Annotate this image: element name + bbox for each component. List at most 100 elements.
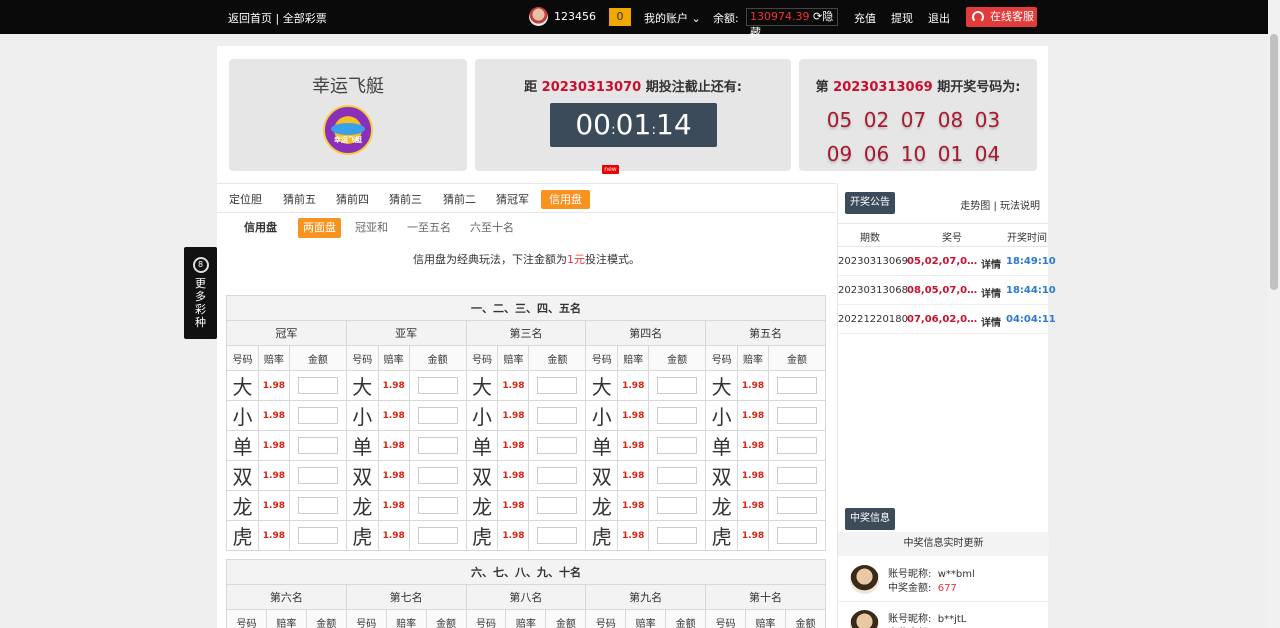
page-scrollbar[interactable] xyxy=(1268,0,1280,628)
tab-dingweidan[interactable]: 定位胆 xyxy=(229,190,262,209)
withdraw-link[interactable]: 提现 xyxy=(891,10,913,26)
bet-odds: 1.98 xyxy=(738,461,769,491)
bet-amount-cell xyxy=(649,371,706,401)
tab-guess-champion[interactable]: 猜冠军 xyxy=(496,190,529,209)
my-account-dropdown[interactable]: 我的账户 ⌄ xyxy=(644,10,701,26)
position-header: 第六名 xyxy=(227,585,347,610)
user-avatar[interactable] xyxy=(529,7,548,26)
table-title: 一、二、三、四、五名 xyxy=(227,296,826,321)
position-header: 第十名 xyxy=(706,585,826,610)
bet-odds: 1.98 xyxy=(498,461,529,491)
column-header: 赔率 xyxy=(498,346,529,371)
result-numbers: 05020708030906100104 xyxy=(821,103,1011,171)
tab-guess-top3[interactable]: 猜前三 xyxy=(389,190,422,209)
draw-row: 20230313069 05,02,07,08,03,09,06,10,01,0… xyxy=(838,247,1049,276)
result-number: 07 xyxy=(895,103,932,137)
bet-code: 小 xyxy=(706,401,738,431)
column-header: 号码 xyxy=(227,346,259,371)
bet-amount-input[interactable] xyxy=(537,437,577,454)
bet-amount-input[interactable] xyxy=(298,377,338,394)
subtab-sum[interactable]: 冠亚和 xyxy=(355,218,388,238)
bet-amount-input[interactable] xyxy=(657,527,697,544)
column-header: 号码 xyxy=(346,346,378,371)
logout-link[interactable]: 退出 xyxy=(928,10,950,26)
column-header: 号码 xyxy=(466,346,498,371)
recharge-link[interactable]: 充值 xyxy=(854,10,876,26)
bet-odds: 1.98 xyxy=(618,491,649,521)
bet-amount-input[interactable] xyxy=(418,407,458,424)
winners-info-button[interactable]: 中奖信息 xyxy=(845,508,895,530)
bet-row: 双1.98双1.98双1.98双1.98双1.98 xyxy=(227,461,826,491)
bet-amount-input[interactable] xyxy=(298,527,338,544)
bet-amount-input[interactable] xyxy=(418,527,458,544)
all-lotteries-link[interactable]: 全部彩票 xyxy=(283,12,327,25)
column-header: 金额 xyxy=(785,610,825,628)
subtab-6-to-10[interactable]: 六至十名 xyxy=(470,218,514,238)
bet-amount-input[interactable] xyxy=(537,527,577,544)
bet-amount-input[interactable] xyxy=(418,467,458,484)
bet-amount-input[interactable] xyxy=(777,467,817,484)
bet-amount-input[interactable] xyxy=(657,497,697,514)
bet-amount-input[interactable] xyxy=(537,377,577,394)
bet-odds: 1.98 xyxy=(498,431,529,461)
home-link[interactable]: 返回首页 xyxy=(228,12,272,25)
detail-link[interactable]: 详情 xyxy=(981,285,1001,300)
headset-icon xyxy=(972,11,984,23)
bet-amount-input[interactable] xyxy=(657,377,697,394)
tab-guess-top2[interactable]: 猜前二 xyxy=(443,190,476,209)
bet-odds: 1.98 xyxy=(618,371,649,401)
result-number: 03 xyxy=(969,103,1006,137)
scrollbar-thumb[interactable] xyxy=(1270,34,1278,290)
rules-link[interactable]: 玩法说明 xyxy=(1000,201,1040,212)
bet-amount-input[interactable] xyxy=(537,407,577,424)
bet-odds: 1.98 xyxy=(258,371,289,401)
bet-amount-input[interactable] xyxy=(298,407,338,424)
bet-amount-cell xyxy=(289,491,346,521)
bet-code: 单 xyxy=(466,431,498,461)
bet-odds: 1.98 xyxy=(378,491,409,521)
bet-amount-input[interactable] xyxy=(777,527,817,544)
bet-amount-input[interactable] xyxy=(418,377,458,394)
bet-amount-cell xyxy=(769,431,826,461)
column-header: 赔率 xyxy=(266,610,306,628)
column-header: 金额 xyxy=(529,346,586,371)
refresh-icon[interactable]: ⟳ xyxy=(813,10,822,23)
bet-amount-input[interactable] xyxy=(418,437,458,454)
bet-amount-input[interactable] xyxy=(777,377,817,394)
bet-amount-input[interactable] xyxy=(298,497,338,514)
bet-code: 小 xyxy=(227,401,259,431)
online-service-button[interactable]: 在线客服 xyxy=(966,7,1037,27)
balance-amount: 130974.39 xyxy=(750,10,810,23)
bet-amount-input[interactable] xyxy=(298,437,338,454)
bet-amount-input[interactable] xyxy=(537,497,577,514)
bet-amount-input[interactable] xyxy=(657,437,697,454)
tab-guess-top4[interactable]: 猜前四 xyxy=(336,190,369,209)
trend-chart-link[interactable]: 走势图 xyxy=(960,201,990,212)
bet-amount-input[interactable] xyxy=(298,467,338,484)
position-header: 冠军 xyxy=(227,321,347,346)
bet-code: 单 xyxy=(346,431,378,461)
bet-amount-input[interactable] xyxy=(777,497,817,514)
bet-odds: 1.98 xyxy=(738,431,769,461)
detail-link[interactable]: 详情 xyxy=(981,256,1001,271)
bet-amount-cell xyxy=(409,491,466,521)
bet-row: 龙1.98龙1.98龙1.98龙1.98龙1.98 xyxy=(227,491,826,521)
bet-amount-input[interactable] xyxy=(777,437,817,454)
bet-code: 小 xyxy=(346,401,378,431)
bet-amount-input[interactable] xyxy=(418,497,458,514)
detail-link[interactable]: 详情 xyxy=(981,314,1001,329)
new-badge: new xyxy=(602,165,619,174)
draw-announcement-button[interactable]: 开奖公告 xyxy=(845,192,895,214)
more-lotteries-tab[interactable]: 8 更多彩种 xyxy=(184,247,217,339)
message-count-badge[interactable]: 0 xyxy=(609,8,631,26)
tab-guess-top5[interactable]: 猜前五 xyxy=(283,190,316,209)
subtab-two-sides[interactable]: 两面盘 xyxy=(298,218,341,238)
bet-amount-input[interactable] xyxy=(777,407,817,424)
bet-amount-input[interactable] xyxy=(657,407,697,424)
subtab-1-to-5[interactable]: 一至五名 xyxy=(407,218,451,238)
bet-amount-input[interactable] xyxy=(537,467,577,484)
bet-amount-cell xyxy=(409,371,466,401)
airship-icon xyxy=(331,123,365,135)
tab-credit-plate[interactable]: 信用盘 xyxy=(541,190,590,209)
bet-amount-input[interactable] xyxy=(657,467,697,484)
